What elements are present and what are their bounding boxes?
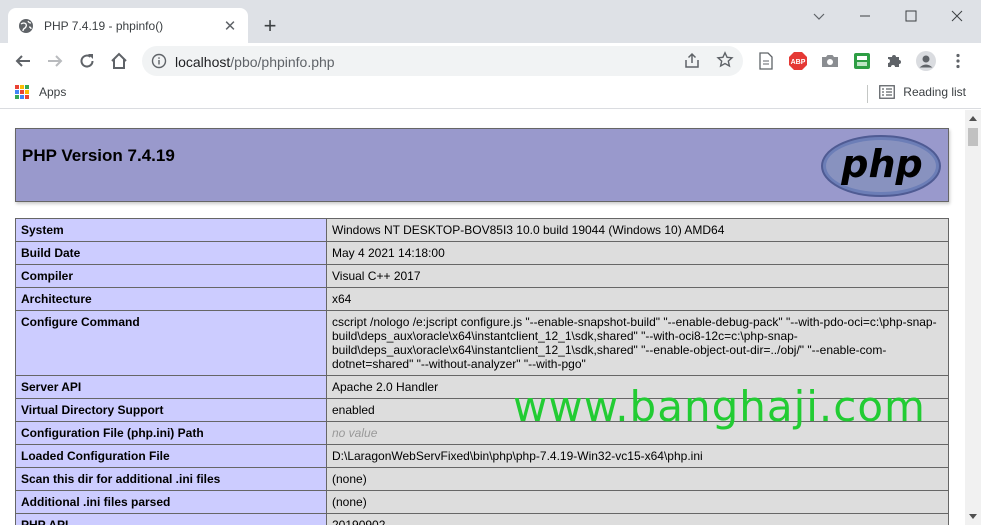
menu-kebab-icon[interactable]	[944, 47, 972, 75]
share-icon[interactable]	[683, 52, 701, 70]
minimize-icon[interactable]	[842, 0, 888, 32]
row-key: Scan this dir for additional .ini files	[15, 467, 327, 491]
table-row: Architecture x64	[15, 287, 949, 311]
row-key: Additional .ini files parsed	[15, 490, 327, 514]
new-tab-icon[interactable]: +	[258, 14, 282, 38]
row-value: 20190902	[326, 513, 949, 525]
row-key: Virtual Directory Support	[15, 398, 327, 422]
row-value: x64	[326, 287, 949, 311]
row-key: Configure Command	[15, 310, 327, 376]
browser-tab[interactable]: PHP 7.4.19 - phpinfo() ✕	[8, 8, 248, 43]
svg-text:ABP: ABP	[791, 59, 806, 66]
table-row: Loaded Configuration File D:\LaragonWebSe…	[15, 444, 949, 468]
table-row: PHP API 20190902	[15, 513, 949, 525]
maximize-icon[interactable]	[888, 0, 934, 32]
profile-avatar-icon[interactable]	[912, 47, 940, 75]
address-bar[interactable]: localhost/pbo/phpinfo.php	[142, 46, 743, 76]
extensions-puzzle-icon[interactable]	[880, 47, 908, 75]
logo-text: php	[840, 142, 922, 186]
reload-icon[interactable]	[73, 47, 101, 75]
scroll-down-icon[interactable]	[969, 514, 977, 519]
adblock-plus-icon[interactable]: ABP	[784, 47, 812, 75]
table-row: System Windows NT DESKTOP-BOV85I3 10.0 bu…	[15, 218, 949, 242]
minimize-window-icon[interactable]	[796, 0, 842, 32]
row-value: (none)	[326, 467, 949, 491]
table-row: Additional .ini files parsed (none)	[15, 490, 949, 514]
page-title: PHP Version 7.4.19	[22, 146, 175, 165]
row-value: (none)	[326, 490, 949, 514]
back-icon[interactable]	[9, 47, 37, 75]
apps-label: Apps	[39, 85, 67, 99]
reading-list-button[interactable]: Reading list	[867, 85, 966, 103]
url-host: localhost	[175, 54, 231, 70]
camera-icon[interactable]	[816, 47, 844, 75]
row-value: cscript /nologo /e:jscript configure.js …	[326, 310, 949, 376]
row-value: Windows NT DESKTOP-BOV85I3 10.0 build 19…	[326, 218, 949, 242]
close-tab-icon[interactable]: ✕	[222, 18, 238, 35]
document-extension-icon[interactable]	[752, 47, 780, 75]
row-key: Loaded Configuration File	[15, 444, 327, 468]
row-value: May 4 2021 14:18:00	[326, 241, 949, 265]
row-key: System	[15, 218, 327, 242]
scroll-up-icon[interactable]	[969, 116, 977, 121]
close-window-icon[interactable]	[934, 0, 980, 32]
green-extension-icon[interactable]	[848, 47, 876, 75]
phpinfo-table: System Windows NT DESKTOP-BOV85I3 10.0 bu…	[15, 218, 949, 525]
phpinfo-header: PHP Version 7.4.19 php	[15, 128, 949, 202]
apps-grid-icon	[15, 85, 29, 99]
apps-shortcut[interactable]: Apps	[15, 85, 66, 99]
toolbar: localhost/pbo/phpinfo.php ABP	[0, 43, 981, 79]
url-path: /pbo/phpinfo.php	[230, 54, 335, 70]
row-key: Build Date	[15, 241, 327, 265]
globe-icon	[19, 18, 33, 33]
row-value: Visual C++ 2017	[326, 264, 949, 288]
bookmark-star-icon[interactable]	[716, 51, 734, 69]
tab-strip: PHP 7.4.19 - phpinfo() ✕ +	[0, 0, 981, 43]
row-key: Architecture	[15, 287, 327, 311]
home-icon[interactable]	[105, 47, 133, 75]
bookmarks-bar: Apps Reading list	[0, 79, 981, 109]
table-row: Compiler Visual C++ 2017	[15, 264, 949, 288]
url-text: localhost/pbo/phpinfo.php	[175, 54, 335, 70]
page-scrollbar[interactable]	[965, 110, 981, 525]
reading-list-label: Reading list	[903, 85, 966, 99]
bookmarks-separator	[867, 85, 869, 103]
forward-icon[interactable]	[41, 47, 69, 75]
row-value: D:\LaragonWebServFixed\bin\php\php-7.4.1…	[326, 444, 949, 468]
table-row: Build Date May 4 2021 14:18:00	[15, 241, 949, 265]
scroll-thumb[interactable]	[968, 128, 978, 146]
watermark-text: www.banghaji.com	[513, 382, 926, 431]
row-key: Server API	[15, 375, 327, 399]
reading-list-icon	[879, 85, 896, 99]
table-row: Scan this dir for additional .ini files(…	[15, 467, 949, 491]
row-key: Compiler	[15, 264, 327, 288]
page-viewport: PHP Version 7.4.19 php System Windows NT …	[0, 110, 965, 525]
php-logo[interactable]: php	[820, 134, 942, 198]
row-key: Configuration File (php.ini) Path	[15, 421, 327, 445]
row-key: PHP API	[15, 513, 327, 525]
table-row: Configure Command cscript /nologo /e:jscr…	[15, 310, 949, 376]
site-info-icon[interactable]	[151, 53, 167, 69]
tab-title: PHP 7.4.19 - phpinfo()	[44, 18, 164, 33]
